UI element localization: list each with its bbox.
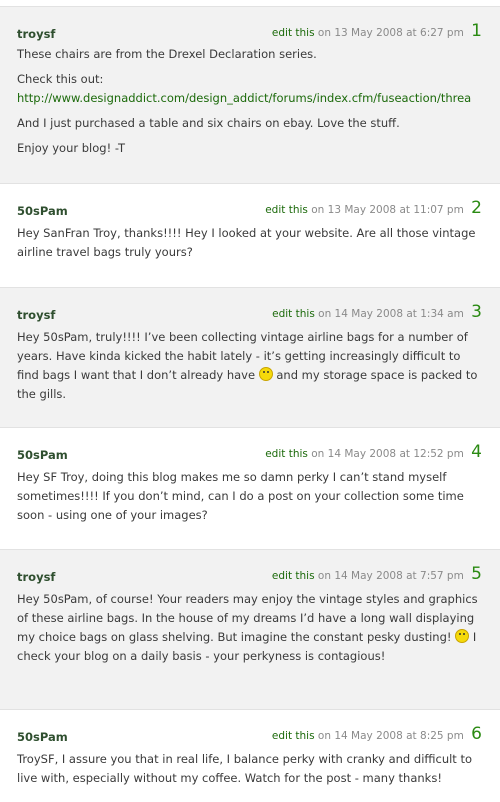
comment-1: troysf edit this on 13 May 2008 at 6:27 … bbox=[0, 6, 500, 183]
comment-date: on 13 May 2008 at 11:07 pm bbox=[311, 204, 464, 216]
comment-meta: edit this on 14 May 2008 at 8:25 pm 6 bbox=[272, 724, 482, 744]
comment-meta: edit this on 13 May 2008 at 11:07 pm 2 bbox=[265, 198, 482, 218]
comment-paragraph: Hey SF Troy, doing this blog makes me so… bbox=[17, 470, 464, 522]
smiley-icon bbox=[258, 367, 273, 381]
comment-header: troysf edit this on 14 May 2008 at 1:34 … bbox=[17, 300, 482, 322]
comment-body: Hey 50sPam, of course! Your readers may … bbox=[17, 590, 482, 666]
edit-link[interactable]: edit this bbox=[272, 308, 315, 320]
comment-header: 50sPam edit this on 14 May 2008 at 12:52… bbox=[17, 440, 482, 462]
comment-paragraph: TroySF, I assure you that in real life, … bbox=[17, 752, 473, 785]
edit-link[interactable]: edit this bbox=[265, 204, 308, 216]
comment-header: 50sPam edit this on 14 May 2008 at 8:25 … bbox=[17, 722, 482, 744]
comment-paragraph: These chairs are from the Drexel Declara… bbox=[17, 47, 317, 61]
comment-paragraph: Hey 50sPam, of course! Your readers may … bbox=[17, 590, 482, 666]
comment-meta: edit this on 13 May 2008 at 6:27 pm 1 bbox=[272, 21, 482, 41]
comments-page: troysf edit this on 13 May 2008 at 6:27 … bbox=[0, 0, 500, 802]
comment-body: Hey SF Troy, doing this blog makes me so… bbox=[17, 468, 482, 525]
comment-url-link[interactable]: http://www.designaddict.com/design_addic… bbox=[17, 91, 471, 105]
comment-paragraph: Hey 50sPam, truly!!!! I’ve been collecti… bbox=[17, 328, 482, 404]
comment-author[interactable]: 50sPam bbox=[17, 730, 68, 744]
comment-number[interactable]: 2 bbox=[471, 198, 482, 218]
comment-date: on 14 May 2008 at 8:25 pm bbox=[317, 730, 464, 742]
comment-5: troysf edit this on 14 May 2008 at 7:57 … bbox=[0, 549, 500, 709]
comment-number[interactable]: 4 bbox=[471, 442, 482, 462]
comment-header: troysf edit this on 13 May 2008 at 6:27 … bbox=[17, 19, 482, 41]
comment-3: troysf edit this on 14 May 2008 at 1:34 … bbox=[0, 287, 500, 427]
comment-paragraph: Check this out: http://www.designaddict.… bbox=[17, 70, 482, 108]
comment-author[interactable]: troysf bbox=[17, 308, 55, 322]
comment-text: Hey 50sPam, of course! Your readers may … bbox=[17, 592, 478, 644]
comment-number[interactable]: 6 bbox=[471, 724, 482, 744]
comment-body: Hey 50sPam, truly!!!! I’ve been collecti… bbox=[17, 328, 482, 404]
comment-author[interactable]: troysf bbox=[17, 27, 55, 41]
comment-meta: edit this on 14 May 2008 at 7:57 pm 5 bbox=[272, 564, 482, 584]
comment-paragraph: Hey SanFran Troy, thanks!!!! Hey I looke… bbox=[17, 226, 476, 259]
comment-date: on 14 May 2008 at 7:57 pm bbox=[317, 570, 464, 582]
comment-author[interactable]: 50sPam bbox=[17, 204, 68, 218]
comment-paragraph: And I just purchased a table and six cha… bbox=[17, 116, 400, 130]
edit-link[interactable]: edit this bbox=[272, 27, 315, 39]
comment-date: on 13 May 2008 at 6:27 pm bbox=[317, 27, 464, 39]
comment-body: TroySF, I assure you that in real life, … bbox=[17, 750, 482, 788]
comment-date: on 14 May 2008 at 1:34 am bbox=[318, 308, 464, 320]
comment-6: 50sPam edit this on 14 May 2008 at 8:25 … bbox=[0, 709, 500, 802]
comment-number[interactable]: 3 bbox=[471, 302, 482, 322]
comment-meta: edit this on 14 May 2008 at 1:34 am 3 bbox=[272, 302, 482, 322]
comment-text: Check this out: bbox=[17, 72, 104, 86]
smiley-icon bbox=[455, 629, 470, 643]
edit-link[interactable]: edit this bbox=[272, 570, 315, 582]
comment-author[interactable]: troysf bbox=[17, 570, 55, 584]
comment-header: 50sPam edit this on 13 May 2008 at 11:07… bbox=[17, 196, 482, 218]
comment-4: 50sPam edit this on 14 May 2008 at 12:52… bbox=[0, 427, 500, 549]
comment-body: Hey SanFran Troy, thanks!!!! Hey I looke… bbox=[17, 224, 482, 262]
edit-link[interactable]: edit this bbox=[272, 730, 315, 742]
comment-number[interactable]: 1 bbox=[471, 21, 482, 41]
comment-number[interactable]: 5 bbox=[471, 564, 482, 584]
comment-date: on 14 May 2008 at 12:52 pm bbox=[311, 448, 464, 460]
comment-meta: edit this on 14 May 2008 at 12:52 pm 4 bbox=[265, 442, 482, 462]
edit-link[interactable]: edit this bbox=[265, 448, 308, 460]
comment-header: troysf edit this on 14 May 2008 at 7:57 … bbox=[17, 562, 482, 584]
comment-body: These chairs are from the Drexel Declara… bbox=[17, 45, 482, 158]
comment-2: 50sPam edit this on 13 May 2008 at 11:07… bbox=[0, 183, 500, 287]
comment-paragraph: Enjoy your blog! -T bbox=[17, 141, 125, 155]
comment-author[interactable]: 50sPam bbox=[17, 448, 68, 462]
